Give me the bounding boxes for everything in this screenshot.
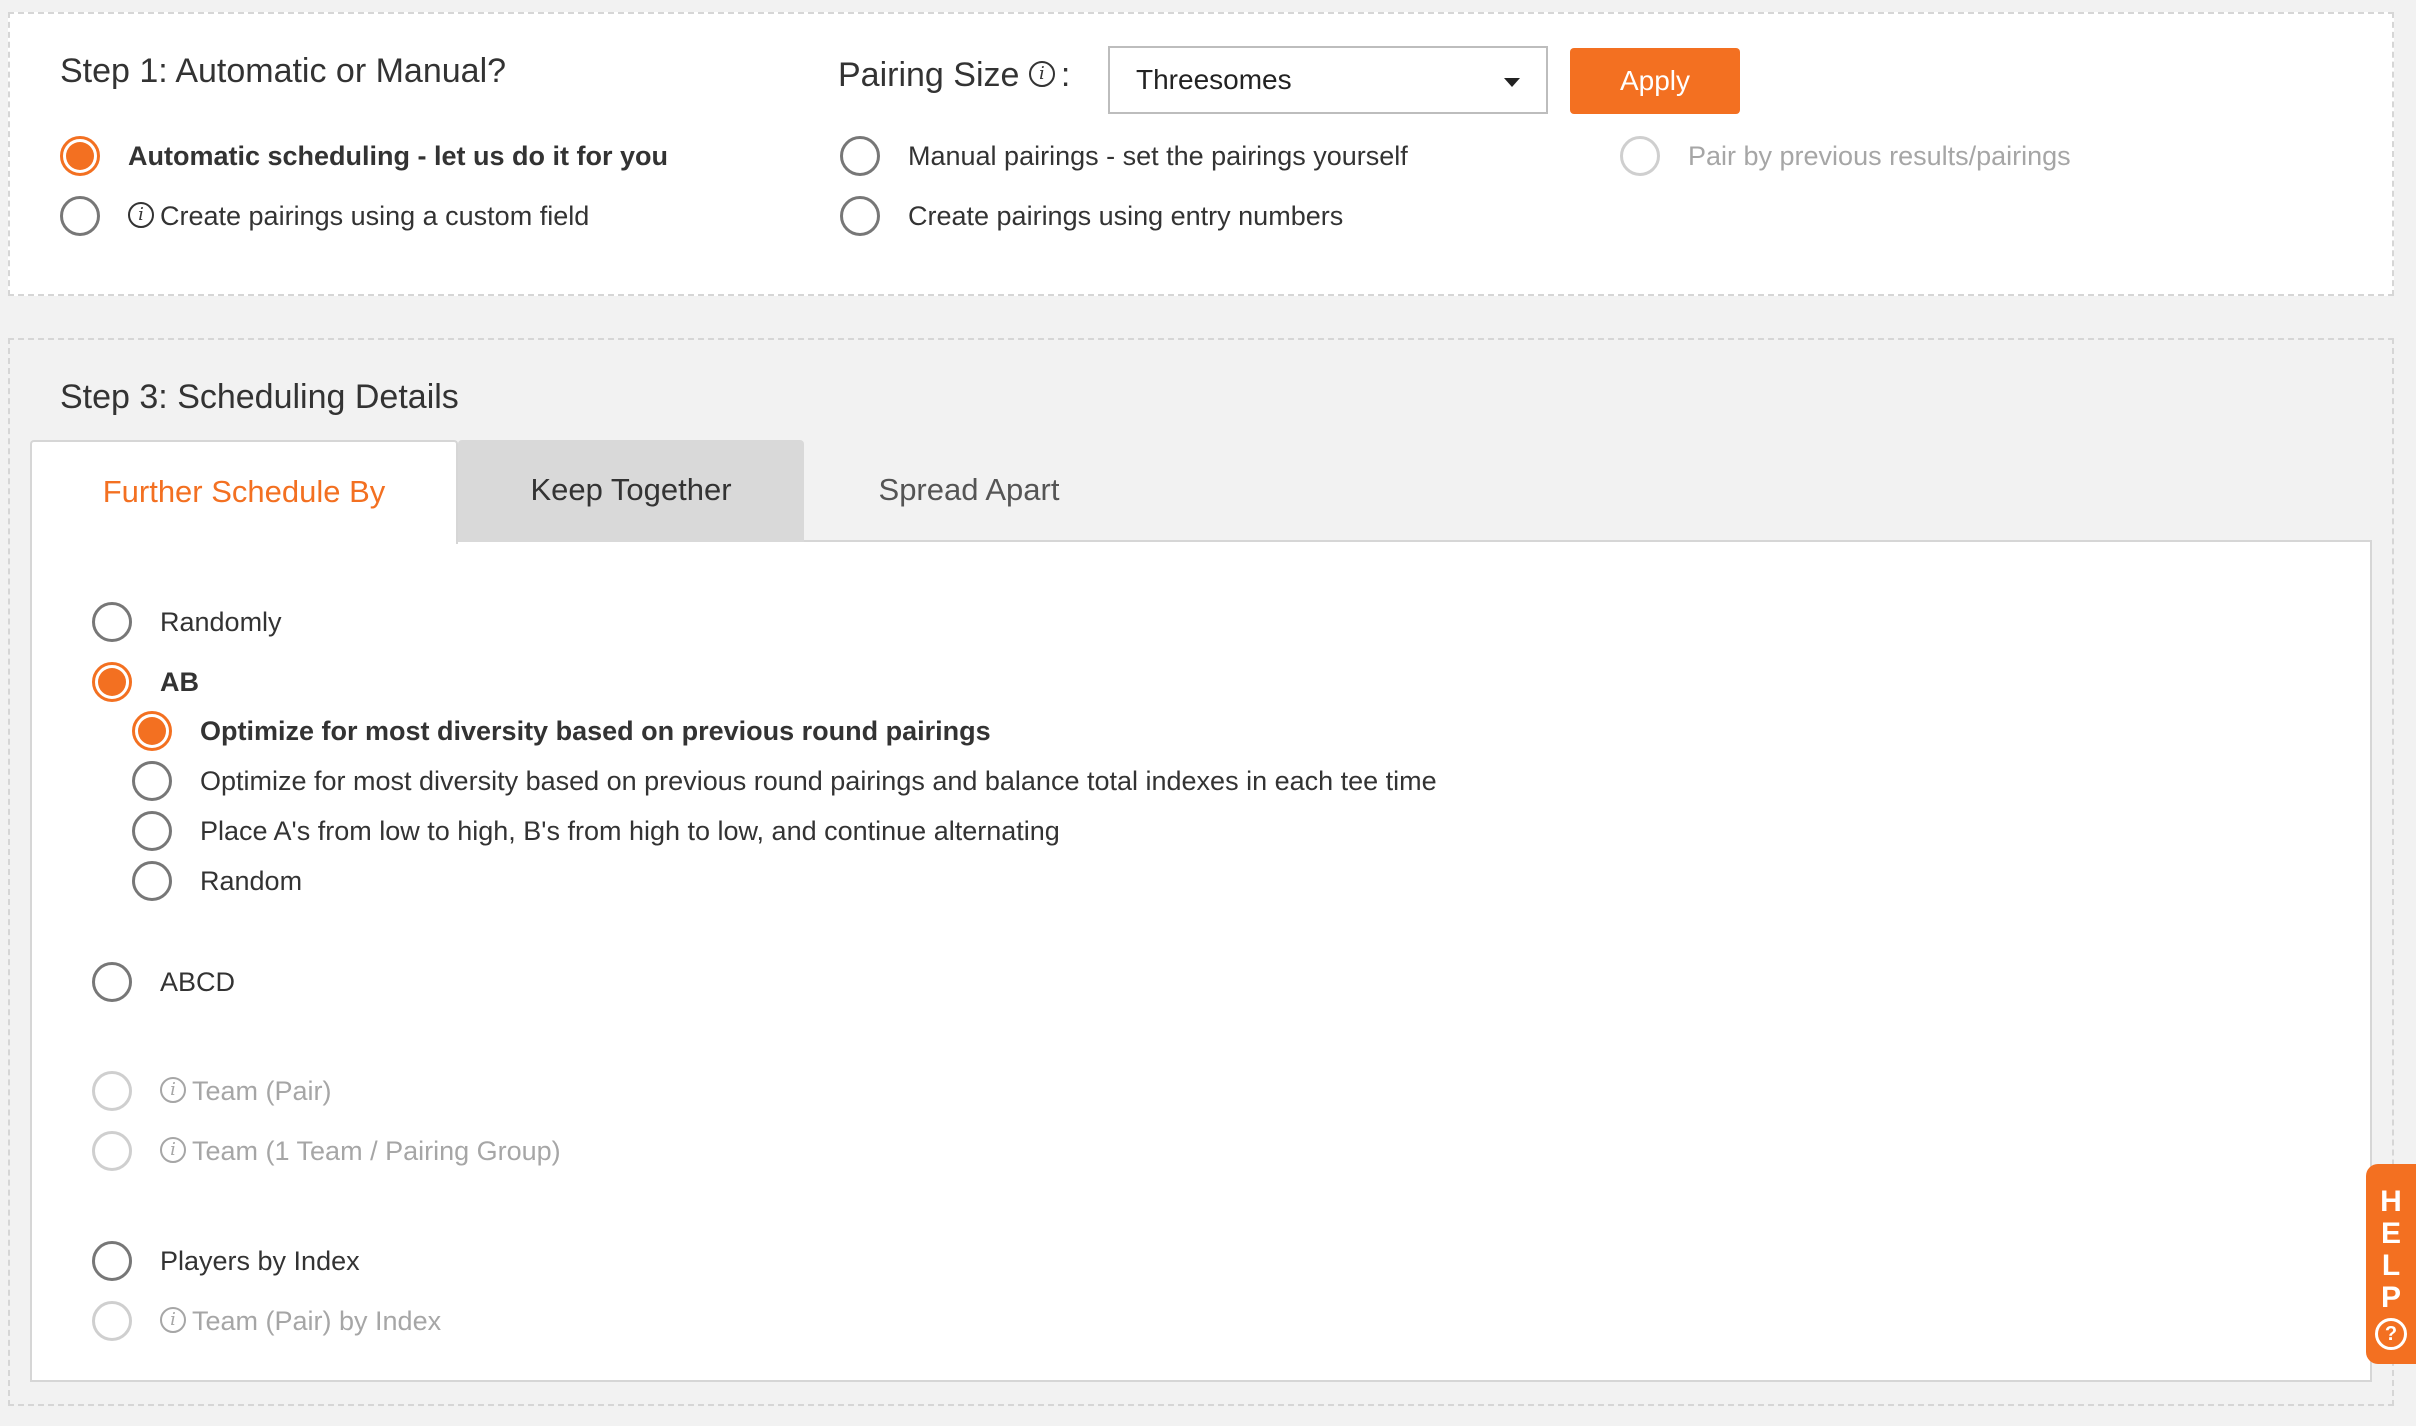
help-letter: E <box>2380 1217 2401 1250</box>
question-icon: ? <box>2375 1318 2407 1350</box>
label-ab-alternate: Place A's from low to high, B's from hig… <box>200 816 1060 846</box>
info-icon[interactable]: i <box>128 201 154 228</box>
info-icon[interactable]: i <box>160 1306 186 1333</box>
label-randomly: Randomly <box>160 607 282 637</box>
radio-players-index[interactable] <box>92 1241 132 1281</box>
help-letter: H <box>2380 1185 2402 1218</box>
label-previous-results: Pair by previous results/pairings <box>1688 141 2071 171</box>
label-abcd: ABCD <box>160 967 236 997</box>
help-letter: L <box>2381 1249 2401 1282</box>
tab-spread-apart[interactable]: Spread Apart <box>804 440 1134 542</box>
info-icon[interactable]: i <box>160 1076 186 1103</box>
label-team-pair-index: i Team (Pair) by Index <box>160 1301 441 1341</box>
radio-ab-optimize-diversity[interactable] <box>132 711 172 751</box>
help-button[interactable]: H E L P ? <box>2366 1164 2416 1364</box>
radio-previous-results[interactable] <box>1620 136 1660 176</box>
step3-title: Step 3: Scheduling Details <box>60 378 459 416</box>
radio-randomly[interactable] <box>92 602 132 642</box>
label-players-index: Players by Index <box>160 1246 360 1276</box>
pairing-size-select[interactable]: Threesomes <box>1108 46 1548 114</box>
radio-team-group[interactable] <box>92 1131 132 1171</box>
radio-custom-field[interactable] <box>60 196 100 236</box>
apply-button[interactable]: Apply <box>1570 48 1740 114</box>
radio-team-pair[interactable] <box>92 1071 132 1111</box>
label-ab: AB <box>160 667 199 697</box>
info-icon[interactable]: i <box>160 1136 186 1163</box>
tab-further-schedule-by[interactable]: Further Schedule By <box>30 440 458 544</box>
pairing-size-value: Threesomes <box>1136 64 1292 95</box>
label-manual: Manual pairings - set the pairings yours… <box>908 141 1408 171</box>
radio-manual[interactable] <box>840 136 880 176</box>
radio-ab[interactable] <box>92 662 132 702</box>
radio-ab-alternate[interactable] <box>132 811 172 851</box>
label-custom-field: i Create pairings using a custom field <box>128 196 589 236</box>
radio-ab-random[interactable] <box>132 861 172 901</box>
pairing-size-label: Pairing Size i: <box>838 56 1071 94</box>
label-entry-numbers: Create pairings using entry numbers <box>908 201 1344 231</box>
tab-content <box>30 540 2372 1382</box>
radio-abcd[interactable] <box>92 962 132 1002</box>
radio-ab-optimize-balance[interactable] <box>132 761 172 801</box>
label-team-pair: i Team (Pair) <box>160 1071 332 1111</box>
help-letter: P <box>2380 1281 2401 1314</box>
label-team-group: i Team (1 Team / Pairing Group) <box>160 1131 561 1171</box>
label-ab-optimize-balance: Optimize for most diversity based on pre… <box>200 766 1437 796</box>
info-icon[interactable]: i <box>1028 61 1055 88</box>
step1-title: Step 1: Automatic or Manual? <box>60 52 507 90</box>
label-automatic: Automatic scheduling - let us do it for … <box>128 141 669 171</box>
chevron-down-icon <box>1504 78 1520 87</box>
tab-keep-together[interactable]: Keep Together <box>458 440 804 542</box>
label-ab-optimize-diversity: Optimize for most diversity based on pre… <box>200 716 991 746</box>
radio-team-pair-index[interactable] <box>92 1301 132 1341</box>
radio-entry-numbers[interactable] <box>840 196 880 236</box>
radio-automatic[interactable] <box>60 136 100 176</box>
label-ab-random: Random <box>200 866 303 896</box>
